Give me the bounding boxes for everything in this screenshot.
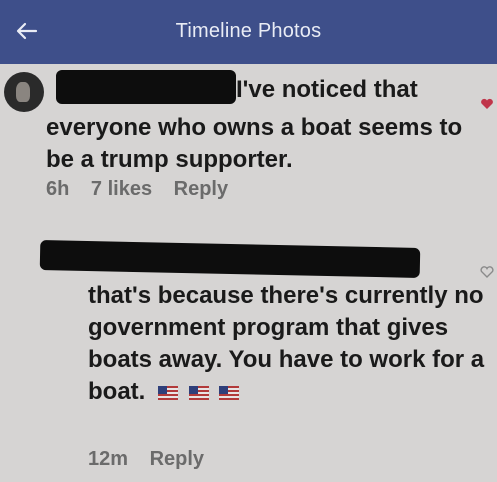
flag-emojis: [158, 377, 243, 409]
comment-time: 6h: [46, 178, 70, 200]
comment-text: that's because there's currently no gove…: [88, 280, 488, 409]
comment-first-line: I've noticed that: [236, 76, 418, 103]
us-flag-icon: [188, 386, 209, 401]
us-flag-icon: [219, 386, 240, 401]
heart-outline-icon[interactable]: [480, 266, 494, 278]
reply-button[interactable]: Reply: [174, 178, 228, 200]
top-bar: Timeline Photos: [0, 0, 497, 64]
comment: that's because there's currently no gove…: [0, 236, 497, 482]
comment-text: everyone who owns a boat seems to be a t…: [46, 114, 463, 173]
comment-time: 12m: [88, 448, 129, 470]
redacted-name: [56, 70, 236, 104]
us-flag-icon: [158, 386, 178, 401]
comment-meta: 6h 7 likes Reply: [46, 178, 244, 201]
page-title: Timeline Photos: [175, 20, 322, 42]
reply-button[interactable]: Reply: [150, 448, 204, 470]
comment-meta: 12m Reply: [88, 448, 220, 471]
like-count[interactable]: 7 likes: [91, 178, 152, 200]
avatar[interactable]: [4, 72, 44, 112]
comment-body-text: that's because there's currently no gove…: [88, 282, 485, 405]
redacted-name: [39, 240, 421, 278]
comment: I've noticed that everyone who owns a bo…: [0, 66, 497, 216]
heart-icon[interactable]: [480, 98, 494, 110]
